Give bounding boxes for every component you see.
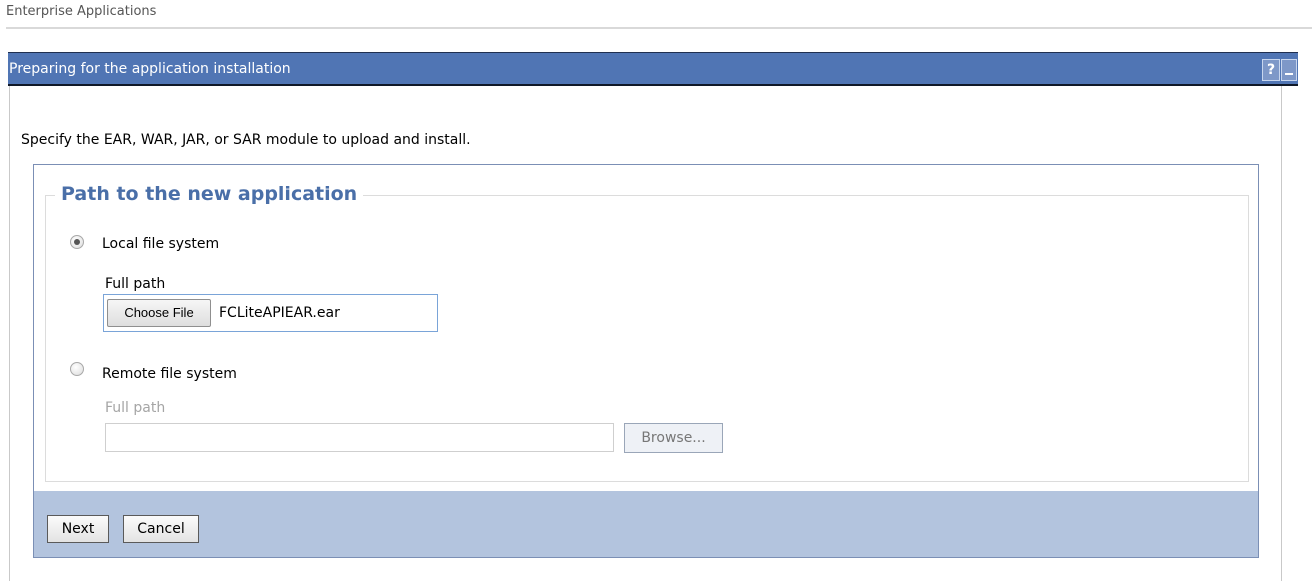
install-page: Enterprise Applications Preparing for th… [0, 0, 1316, 581]
panel-border-left [9, 86, 10, 581]
choose-file-button[interactable]: Choose File [107, 299, 211, 327]
instruction-text: Specify the EAR, WAR, JAR, or SAR module… [21, 132, 471, 148]
cancel-button[interactable]: Cancel [123, 515, 199, 543]
minimize-icon[interactable] [1281, 59, 1297, 81]
local-full-path-label: Full path [105, 276, 166, 292]
panel-title: Preparing for the application installati… [9, 61, 291, 77]
selected-file-name: FCLiteAPIEAR.ear [219, 305, 340, 321]
next-button[interactable]: Next [47, 515, 109, 543]
remote-file-system-radio[interactable] [70, 362, 84, 376]
browse-button[interactable]: Browse... [624, 423, 723, 453]
breadcrumb[interactable]: Enterprise Applications [6, 4, 156, 19]
remote-file-system-label[interactable]: Remote file system [102, 366, 237, 382]
remote-path-input[interactable] [105, 423, 614, 452]
help-icon[interactable]: ? [1262, 59, 1280, 81]
local-file-system-radio[interactable] [70, 235, 84, 249]
file-input[interactable]: Choose File FCLiteAPIEAR.ear [103, 294, 438, 332]
remote-full-path-label: Full path [105, 400, 166, 416]
divider [6, 27, 1312, 29]
button-bar: Next Cancel [34, 491, 1258, 557]
panel-border-right [1281, 86, 1282, 581]
fieldset-legend: Path to the new application [55, 183, 364, 205]
panel-titlebar: Preparing for the application installati… [8, 52, 1298, 86]
local-file-system-label[interactable]: Local file system [102, 236, 219, 252]
